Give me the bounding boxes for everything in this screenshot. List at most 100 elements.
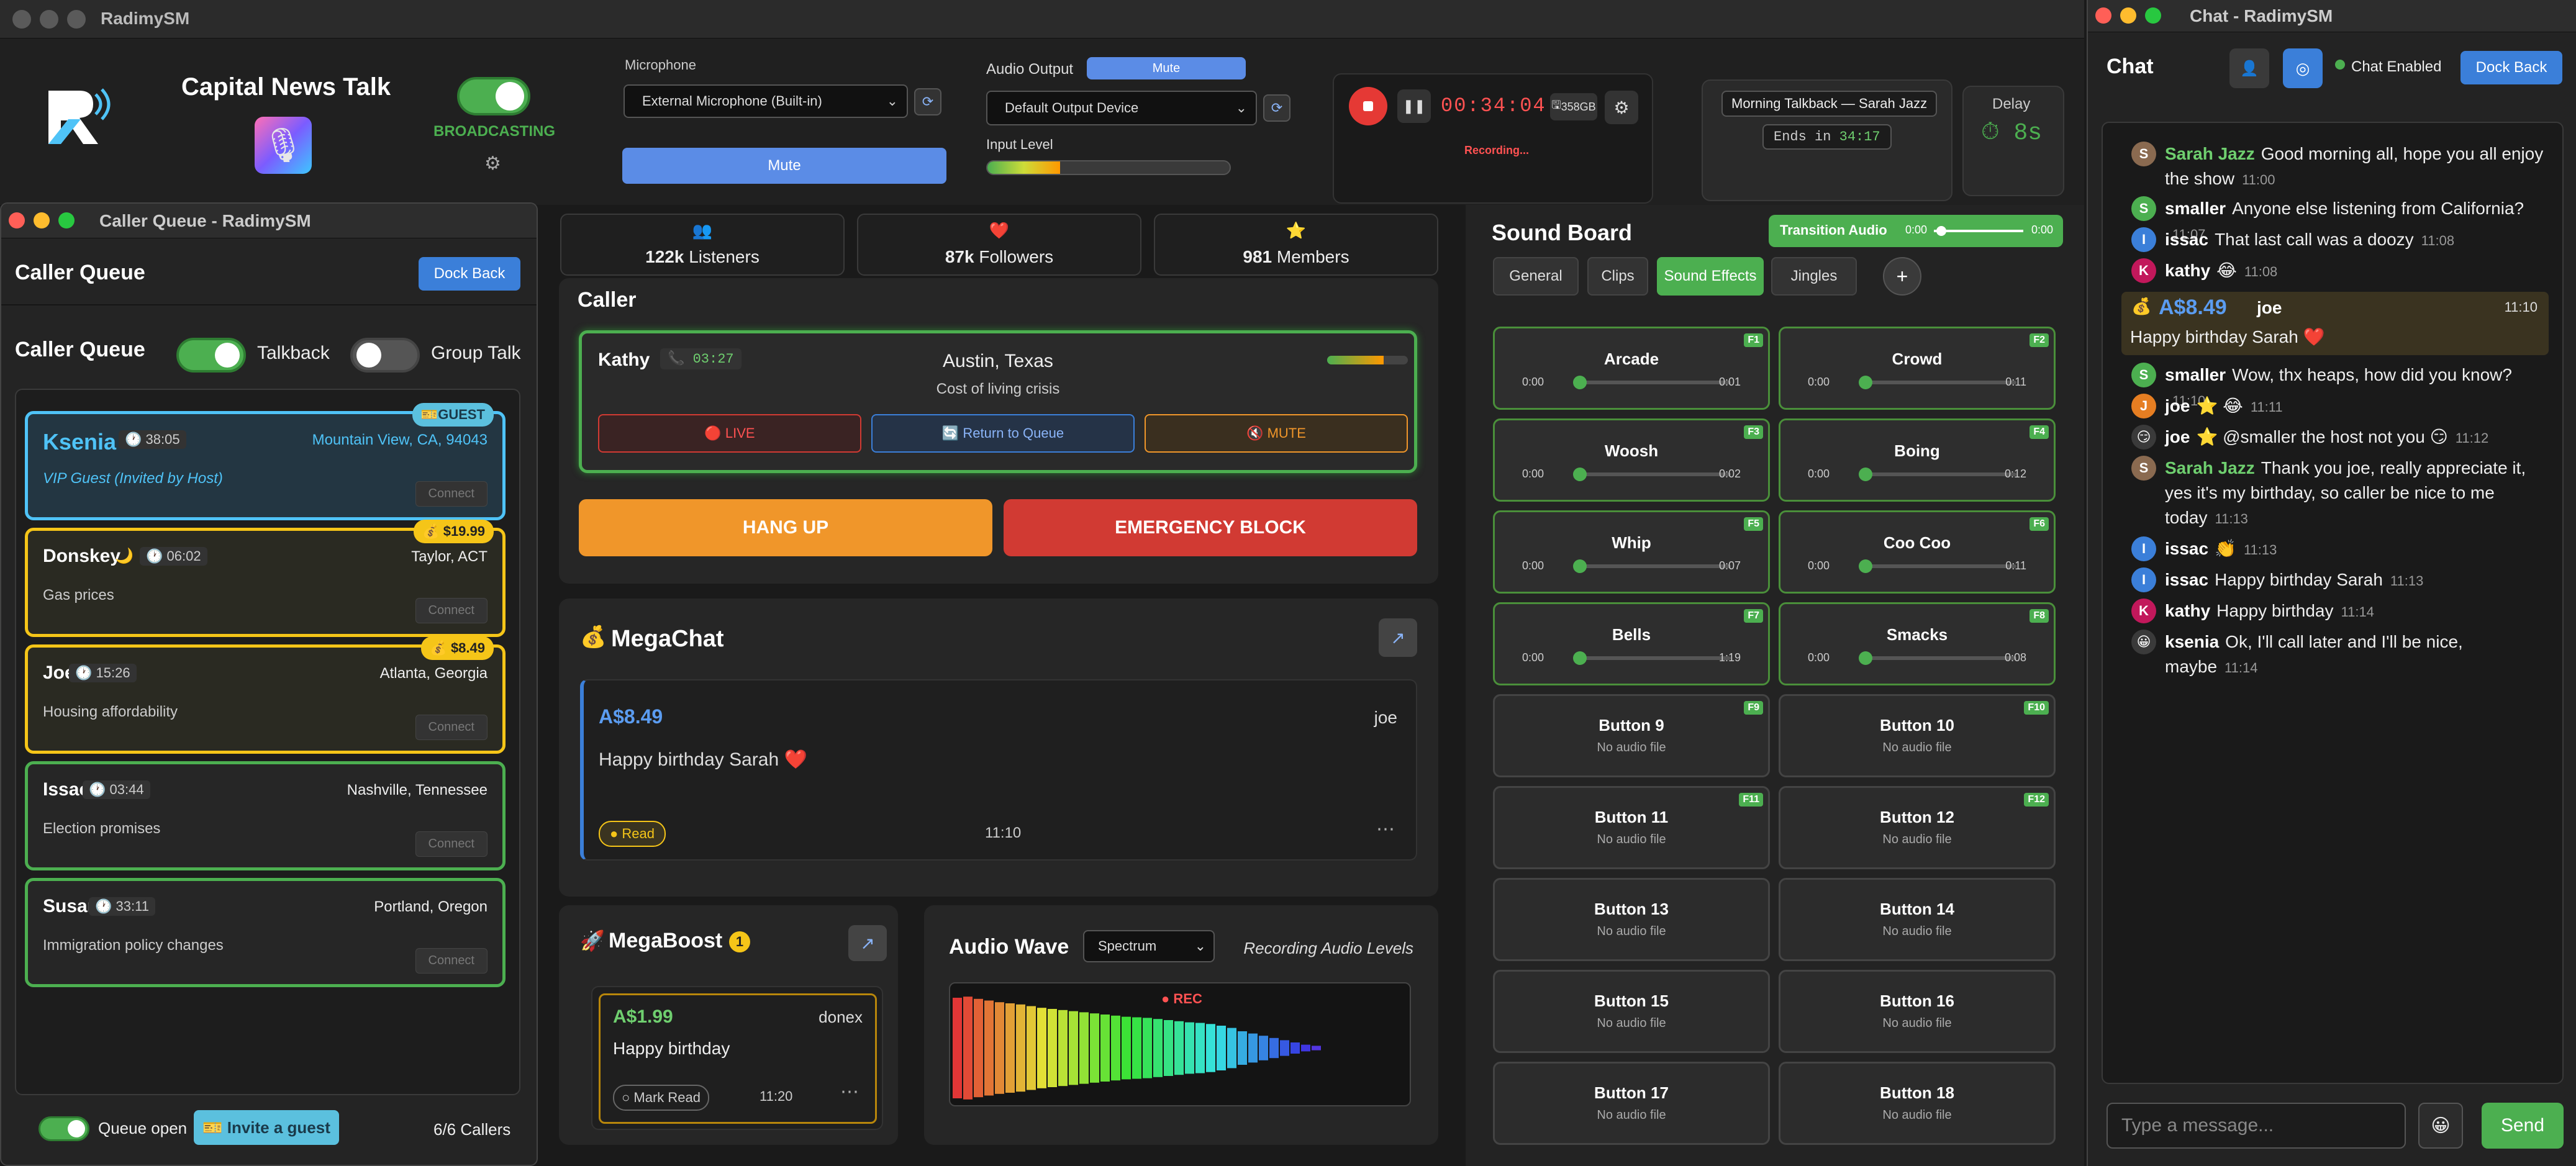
disk-space-value: 358GB: [1561, 100, 1596, 113]
sound-board-title: Sound Board: [1492, 220, 1632, 245]
queue-open-toggle[interactable]: [39, 1116, 89, 1141]
sound-progress-track[interactable]: [1861, 472, 2016, 476]
sound-progress-handle[interactable]: [1573, 559, 1587, 573]
sound-progress-handle[interactable]: [1859, 559, 1872, 573]
sound-button[interactable]: Arcade F1 0:00 0:01: [1493, 327, 1770, 410]
sound-button[interactable]: Boing F4 0:00 0:12: [1779, 418, 2056, 502]
minimize-button[interactable]: [2120, 7, 2136, 24]
close-button[interactable]: [12, 10, 31, 29]
audio-output-select[interactable]: Default Output Device ⌄: [986, 91, 1257, 125]
mark-read-button[interactable]: ○ Mark Read: [613, 1085, 709, 1111]
sound-progress-handle[interactable]: [1573, 376, 1587, 389]
connect-button[interactable]: Connect: [415, 831, 488, 857]
emoji-icon[interactable]: 😀: [2418, 1103, 2463, 1149]
sound-button[interactable]: Button 17 No audio file: [1493, 1062, 1770, 1145]
mute-caller-button[interactable]: 🔇 MUTE: [1145, 414, 1408, 453]
connect-button[interactable]: Connect: [415, 948, 488, 974]
microphone-mute-button[interactable]: Mute: [622, 148, 946, 184]
sound-button[interactable]: Smacks F8 0:00 0:08: [1779, 602, 2056, 685]
maximize-button[interactable]: [67, 10, 86, 29]
minimize-button[interactable]: [34, 212, 50, 228]
sound-progress-track[interactable]: [1576, 381, 1731, 384]
tab-general[interactable]: General: [1493, 257, 1579, 296]
popout-icon[interactable]: ↗: [848, 925, 887, 961]
popout-icon[interactable]: ↗: [1379, 618, 1417, 657]
tab-sound-effects[interactable]: Sound Effects: [1657, 257, 1764, 296]
connect-button[interactable]: Connect: [415, 598, 488, 623]
sound-button[interactable]: Button 15 No audio file: [1493, 970, 1770, 1053]
microphone-select[interactable]: External Microphone (Built-in) ⌄: [624, 84, 908, 118]
user-icon[interactable]: 👤: [2229, 48, 2269, 88]
audio-output-mute-button[interactable]: Mute: [1087, 57, 1246, 79]
sound-progress-handle[interactable]: [1859, 468, 1872, 481]
add-tab-button[interactable]: +: [1883, 257, 1921, 296]
chat-message-input[interactable]: Type a message...: [2107, 1103, 2406, 1149]
sound-progress-handle[interactable]: [1859, 651, 1872, 665]
connect-button[interactable]: Connect: [415, 715, 488, 740]
gear-icon[interactable]: ⚙: [484, 153, 501, 174]
talkback-toggle[interactable]: [176, 338, 246, 373]
minimize-button[interactable]: [40, 10, 58, 29]
group-talk-toggle[interactable]: [350, 338, 420, 373]
send-button[interactable]: Send: [2482, 1103, 2564, 1149]
sound-button[interactable]: Whip F5 0:00 0:07: [1493, 510, 1770, 594]
sound-progress-track[interactable]: [1861, 564, 2016, 568]
caller-card[interactable]: Susan 🕐 33:11 Portland, Oregon Immigration …: [25, 878, 506, 987]
sound-button[interactable]: Crowd F2 0:00 0:11: [1779, 327, 2056, 410]
refresh-icon[interactable]: ⟳: [1263, 94, 1290, 122]
sound-button[interactable]: Button 14 No audio file: [1779, 878, 2056, 961]
tab-jingles[interactable]: Jingles: [1771, 257, 1857, 296]
sound-button[interactable]: Bells F7 0:00 1:19: [1493, 602, 1770, 685]
tab-clips[interactable]: Clips: [1587, 257, 1648, 296]
sound-progress-handle[interactable]: [1859, 376, 1872, 389]
sound-button[interactable]: Button 12 F12 No audio file: [1779, 786, 2056, 869]
close-button[interactable]: [9, 212, 25, 228]
dock-back-button[interactable]: Dock Back: [419, 257, 520, 291]
pause-button[interactable]: ❚❚: [1397, 89, 1431, 123]
sound-button[interactable]: Button 10 F10 No audio file: [1779, 694, 2056, 777]
caller-card[interactable]: Joe 🕐 15:26 Atlanta, Georgia Housing afford…: [25, 636, 506, 754]
transition-track[interactable]: [1934, 230, 2023, 232]
settings-icon[interactable]: ◎: [2283, 48, 2323, 88]
caller-card[interactable]: Ksenia 🕐 38:05 Mountain View, CA, 94043 VIP…: [25, 403, 506, 520]
stop-record-button[interactable]: [1349, 87, 1387, 125]
sound-progress-track[interactable]: [1861, 381, 2016, 384]
chat-dock-back-button[interactable]: Dock Back: [2460, 51, 2562, 84]
sound-progress-track[interactable]: [1576, 656, 1731, 660]
sound-button[interactable]: Coo Coo F6 0:00 0:11: [1779, 510, 2056, 594]
gear-icon[interactable]: ⚙: [1605, 91, 1638, 124]
message-body: joe ⭐ 😂 11:11: [2165, 394, 2547, 420]
sound-progress-track[interactable]: [1576, 564, 1731, 568]
megachat-read-badge[interactable]: ● Read: [599, 821, 666, 847]
more-options-icon[interactable]: ⋯: [1376, 818, 1395, 840]
sound-progress-handle[interactable]: [1573, 468, 1587, 481]
broadcast-toggle[interactable]: [457, 77, 530, 115]
sound-button[interactable]: Button 16 No audio file: [1779, 970, 2056, 1053]
maximize-button[interactable]: [2145, 7, 2161, 24]
audio-wave-mode-select[interactable]: Spectrum ⌄: [1083, 930, 1215, 962]
sound-button[interactable]: Button 11 F11 No audio file: [1493, 786, 1770, 869]
emergency-block-button[interactable]: EMERGENCY BLOCK: [1004, 499, 1417, 556]
caller-location: Nashville, Tennessee: [347, 782, 488, 798]
sound-button[interactable]: Woosh F3 0:00 0:02: [1493, 418, 1770, 502]
refresh-icon[interactable]: ⟳: [914, 88, 941, 115]
sound-button[interactable]: Button 9 F9 No audio file: [1493, 694, 1770, 777]
sound-progress-track[interactable]: [1576, 472, 1731, 476]
sound-button[interactable]: Button 13 No audio file: [1493, 878, 1770, 961]
close-button[interactable]: [2095, 7, 2111, 24]
caller-card[interactable]: Issac 🕐 03:44 Nashville, Tennessee Election…: [25, 761, 506, 870]
sound-end-time: 0:11: [2005, 376, 2026, 388]
sound-progress-handle[interactable]: [1573, 651, 1587, 665]
hang-up-button[interactable]: HANG UP: [579, 499, 992, 556]
spectrum-bar: [1164, 1020, 1173, 1076]
connect-button[interactable]: Connect: [415, 481, 488, 507]
live-button[interactable]: 🔴 LIVE: [598, 414, 861, 453]
more-options-icon[interactable]: ⋯: [840, 1081, 859, 1103]
sound-button[interactable]: Button 18 No audio file: [1779, 1062, 2056, 1145]
return-to-queue-button[interactable]: 🔄 Return to Queue: [871, 414, 1135, 453]
transition-handle[interactable]: [1936, 226, 1946, 236]
maximize-button[interactable]: [58, 212, 75, 228]
invite-guest-button[interactable]: 🎫 Invite a guest: [194, 1110, 339, 1145]
caller-card[interactable]: Donskey 🌙 🕐 06:02 Taylor, ACT Gas prices Conn…: [25, 520, 506, 637]
sound-progress-track[interactable]: [1861, 656, 2016, 660]
